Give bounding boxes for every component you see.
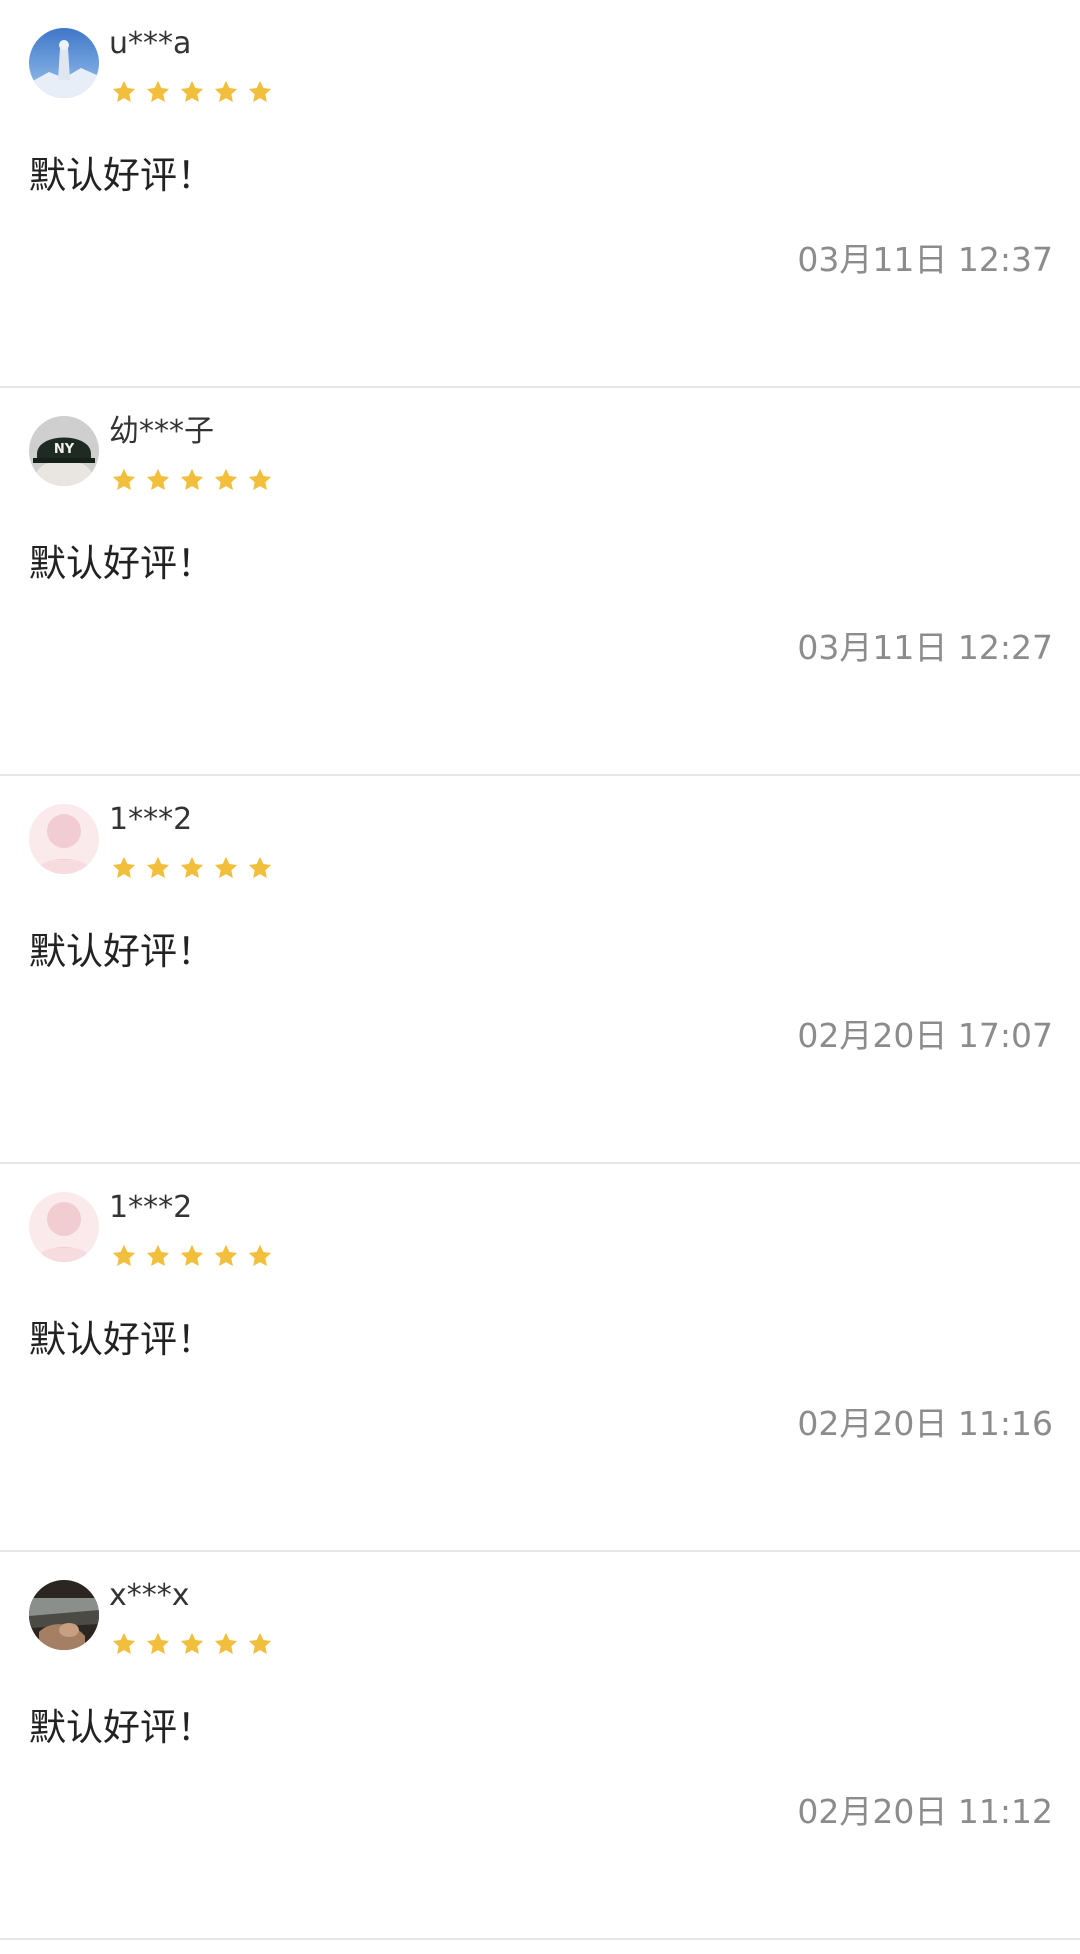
username: 幼***子 [109,414,214,449]
review-timestamp: 03月11日 12:27 [797,628,1053,667]
review-timestamp: 03月11日 12:37 [797,240,1053,279]
avatar[interactable] [29,28,99,98]
avatar-default-icon [29,804,99,874]
review-list: u***a 默认好评！ 03月11日 12:37 NY 幼***子 默认好评！ … [0,0,1080,1940]
avatar-photo-landscape-icon [29,28,99,98]
star-icon [214,80,238,103]
avatar-default-icon [29,1192,99,1262]
review-item: 1***2 默认好评！ 02月20日 11:16 [0,1164,1080,1552]
star-icon [146,468,170,491]
avatar-photo-cap-icon: NY [29,416,99,486]
review-item: 1***2 默认好评！ 02月20日 17:07 [0,776,1080,1164]
star-icon [180,1632,204,1655]
review-comment: 默认好评！ [29,542,214,585]
review-comment: 默认好评！ [29,930,214,973]
star-icon [112,1632,136,1655]
star-icon [214,1244,238,1267]
review-item: NY 幼***子 默认好评！ 03月11日 12:27 [0,388,1080,776]
review-timestamp: 02月20日 11:16 [797,1404,1053,1443]
username: x***x [109,1578,190,1613]
svg-text:NY: NY [54,442,75,457]
username: 1***2 [109,802,193,837]
review-timestamp: 02月20日 17:07 [797,1016,1053,1055]
avatar-photo-dark-icon [29,1580,99,1650]
star-icon [112,856,136,879]
star-rating [110,1242,274,1274]
star-icon [112,80,136,103]
star-icon [248,1632,272,1655]
username: 1***2 [109,1190,193,1225]
star-icon [146,1632,170,1655]
star-icon [248,80,272,103]
star-icon [214,468,238,491]
review-item: u***a 默认好评！ 03月11日 12:37 [0,0,1080,388]
star-icon [180,468,204,491]
review-timestamp: 02月20日 11:12 [797,1792,1053,1831]
star-icon [112,1244,136,1267]
star-icon [248,1244,272,1267]
star-rating [110,1630,274,1662]
star-icon [146,1244,170,1267]
review-comment: 默认好评！ [29,1318,214,1361]
star-icon [248,856,272,879]
star-icon [146,80,170,103]
avatar[interactable] [29,1192,99,1262]
avatar[interactable] [29,804,99,874]
star-icon [248,468,272,491]
review-comment: 默认好评！ [29,1706,214,1749]
star-rating [110,466,274,498]
star-rating [110,854,274,886]
star-icon [180,856,204,879]
review-item: x***x 默认好评！ 02月20日 11:12 [0,1552,1080,1940]
star-icon [146,856,170,879]
avatar[interactable] [29,1580,99,1650]
star-icon [180,80,204,103]
star-icon [214,856,238,879]
star-icon [180,1244,204,1267]
username: u***a [109,26,192,61]
star-icon [112,468,136,491]
review-comment: 默认好评！ [29,154,214,197]
star-icon [214,1632,238,1655]
avatar[interactable]: NY [29,416,99,486]
star-rating [110,78,274,110]
